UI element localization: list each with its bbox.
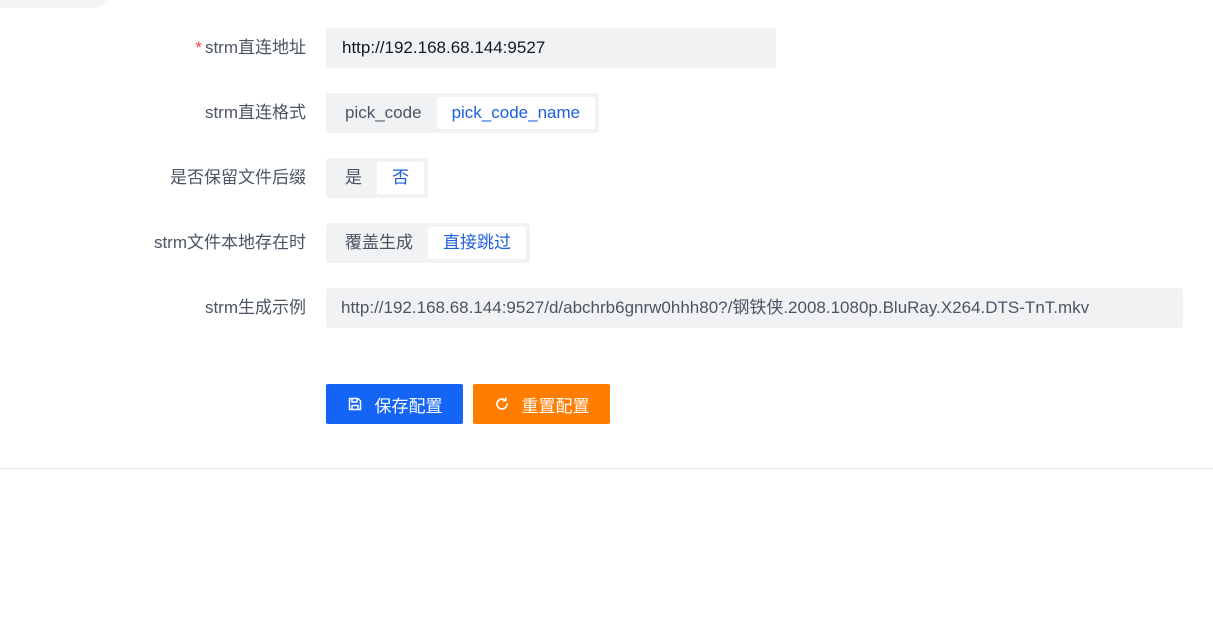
local-exists-label: strm文件本地存在时 [153, 233, 306, 252]
reset-config-label: 重置配置 [521, 396, 590, 416]
reset-config-button[interactable]: 重置配置 [473, 384, 610, 424]
direct-url-label-text: strm直连地址 [204, 38, 306, 57]
save-icon [347, 396, 363, 412]
direct-format-option-pick-code[interactable]: pick_code [330, 97, 437, 129]
form-row-local-exists: strm文件本地存在时 覆盖生成 直接跳过 [0, 223, 1213, 263]
direct-format-segmented: pick_code pick_code_name [326, 93, 600, 133]
form-actions: 保存配置 重置配置 [0, 384, 1213, 424]
local-exists-option-skip[interactable]: 直接跳过 [428, 227, 526, 259]
refresh-icon [494, 396, 510, 412]
direct-format-option-pick-code-name[interactable]: pick_code_name [436, 97, 596, 129]
direct-url-label: * strm直连地址 [195, 28, 306, 68]
form-row-keep-suffix: 是否保留文件后缀 是 否 [0, 158, 1213, 198]
save-config-label: 保存配置 [374, 396, 443, 416]
keep-suffix-option-no[interactable]: 否 [377, 162, 424, 194]
example-label: strm生成示例 [204, 298, 306, 317]
example-output: http://192.168.68.144:9527/d/abchrb6gnrw… [326, 288, 1183, 328]
local-exists-segmented: 覆盖生成 直接跳过 [326, 223, 530, 263]
required-mark: * [195, 38, 202, 57]
direct-format-label: strm直连格式 [204, 103, 306, 122]
form-row-example: strm生成示例 http://192.168.68.144:9527/d/ab… [0, 288, 1213, 328]
direct-url-input[interactable]: http://192.168.68.144:9527 [326, 28, 776, 68]
keep-suffix-option-yes[interactable]: 是 [330, 162, 377, 194]
corner-tab [0, 0, 115, 8]
keep-suffix-segmented: 是 否 [326, 158, 428, 198]
save-config-button[interactable]: 保存配置 [326, 384, 463, 424]
form-row-direct-format: strm直连格式 pick_code pick_code_name [0, 93, 1213, 133]
section-divider [0, 468, 1213, 469]
form-row-direct-url: * strm直连地址 http://192.168.68.144:9527 [0, 28, 1213, 68]
settings-page: * strm直连地址 http://192.168.68.144:9527 str… [0, 0, 1213, 643]
local-exists-option-overwrite[interactable]: 覆盖生成 [330, 227, 428, 259]
keep-suffix-label: 是否保留文件后缀 [170, 168, 306, 187]
